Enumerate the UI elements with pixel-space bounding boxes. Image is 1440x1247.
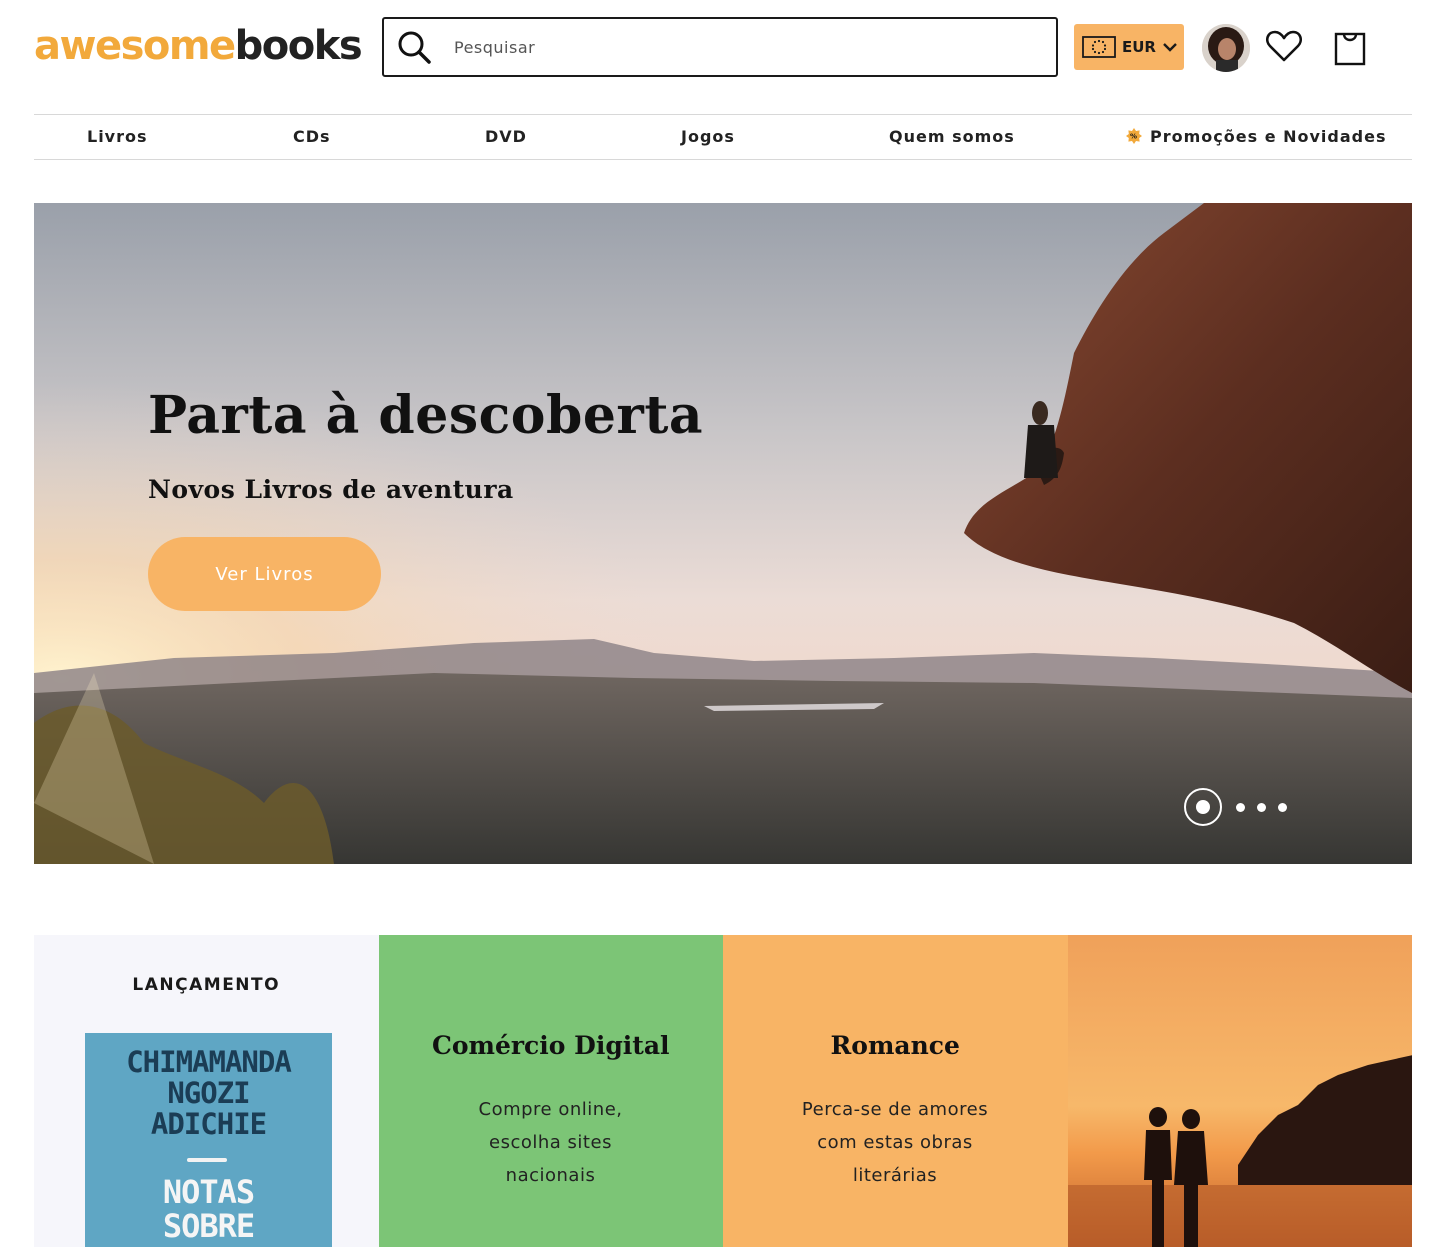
nav-item-promocoes[interactable]: % Promoções e Novidades bbox=[1126, 127, 1387, 146]
hero-subtitle: Novos Livros de aventura bbox=[148, 475, 514, 504]
tile-lancamento[interactable]: LANÇAMENTO CHIMAMANDA NGOZI ADICHIE NOTA… bbox=[34, 935, 379, 1247]
logo-part-awesome: awesome bbox=[34, 23, 236, 69]
tile-description-line: com estas obras bbox=[817, 1132, 973, 1153]
logo[interactable]: awesomebooks bbox=[34, 20, 363, 72]
avatar[interactable] bbox=[1202, 24, 1250, 72]
book-author-line: NGOZI bbox=[167, 1076, 250, 1110]
tile-kicker: LANÇAMENTO bbox=[132, 975, 281, 995]
book-author: CHIMAMANDA NGOZI ADICHIE bbox=[85, 1047, 332, 1140]
tile-description-line: escolha sites bbox=[489, 1132, 612, 1153]
book-divider bbox=[187, 1158, 227, 1162]
main-nav: Livros CDs DVD Jogos Quem somos % Promoç… bbox=[34, 114, 1412, 160]
tile-title: Romance bbox=[830, 1031, 960, 1060]
nav-item-promocoes-label: Promoções e Novidades bbox=[1150, 127, 1387, 146]
tile-title: Comércio Digital bbox=[431, 1031, 670, 1060]
tile-romance[interactable]: Romance Perca-se de amores com estas obr… bbox=[723, 935, 1068, 1247]
logo-part-books: books bbox=[234, 23, 363, 69]
svg-text:%: % bbox=[1130, 133, 1138, 141]
hero-title: Parta à descoberta bbox=[148, 385, 704, 446]
chevron-down-icon bbox=[1163, 43, 1177, 52]
nav-item-jogos[interactable]: Jogos bbox=[681, 127, 735, 146]
book-author-line: ADICHIE bbox=[150, 1107, 267, 1141]
tile-description-line: literárias bbox=[852, 1165, 938, 1186]
search-input[interactable] bbox=[454, 31, 1014, 63]
tile-description-line: nacionais bbox=[505, 1165, 596, 1186]
tile-sunset-image[interactable] bbox=[1067, 935, 1412, 1247]
nav-item-cds[interactable]: CDs bbox=[293, 127, 331, 146]
carousel-dots bbox=[1184, 788, 1293, 826]
category-tiles: LANÇAMENTO CHIMAMANDA NGOZI ADICHIE NOTA… bbox=[34, 935, 1412, 1247]
tile-description: Compre online, escolha sites nacionais bbox=[429, 1093, 673, 1192]
ver-livros-button[interactable]: Ver Livros bbox=[148, 537, 381, 611]
carousel-dot-3[interactable] bbox=[1257, 802, 1266, 812]
hero-landscape-image bbox=[34, 203, 1412, 864]
search-icon[interactable] bbox=[396, 29, 432, 65]
currency-label: EUR bbox=[1122, 38, 1156, 56]
sunset-couple-image bbox=[1067, 935, 1412, 1247]
book-cover[interactable]: CHIMAMANDA NGOZI ADICHIE NOTAS SOBRE bbox=[85, 1033, 332, 1247]
tile-description-line: Compre online, bbox=[478, 1099, 623, 1120]
tile-description-line: Perca-se de amores bbox=[801, 1099, 989, 1120]
percent-badge-icon: % bbox=[1126, 128, 1142, 144]
user-avatar-icon bbox=[1202, 24, 1250, 72]
nav-item-quem-somos[interactable]: Quem somos bbox=[889, 127, 1015, 146]
tile-description: Perca-se de amores com estas obras liter… bbox=[773, 1093, 1017, 1192]
carousel-dot-4[interactable] bbox=[1278, 802, 1287, 812]
book-title: NOTAS SOBRE bbox=[85, 1175, 332, 1243]
site-header: awesomebooks EUR bbox=[0, 0, 1440, 100]
tile-comercio-digital[interactable]: Comércio Digital Compre online, escolha … bbox=[378, 935, 723, 1247]
book-title-line: SOBRE bbox=[162, 1207, 255, 1245]
heart-icon[interactable] bbox=[1264, 26, 1304, 66]
book-author-line: CHIMAMANDA bbox=[126, 1045, 292, 1079]
shopping-bag-icon[interactable] bbox=[1332, 28, 1368, 68]
carousel-dot-2[interactable] bbox=[1236, 802, 1245, 812]
nav-item-livros[interactable]: Livros bbox=[87, 127, 148, 146]
euro-flag-icon bbox=[1082, 36, 1116, 58]
currency-selector[interactable]: EUR bbox=[1074, 24, 1184, 70]
carousel-dot-1[interactable] bbox=[1184, 788, 1222, 826]
book-title-line: NOTAS bbox=[162, 1173, 255, 1211]
nav-item-dvd[interactable]: DVD bbox=[485, 127, 527, 146]
hero-banner: Parta à descoberta Novos Livros de avent… bbox=[34, 203, 1412, 864]
search-box bbox=[382, 17, 1058, 77]
